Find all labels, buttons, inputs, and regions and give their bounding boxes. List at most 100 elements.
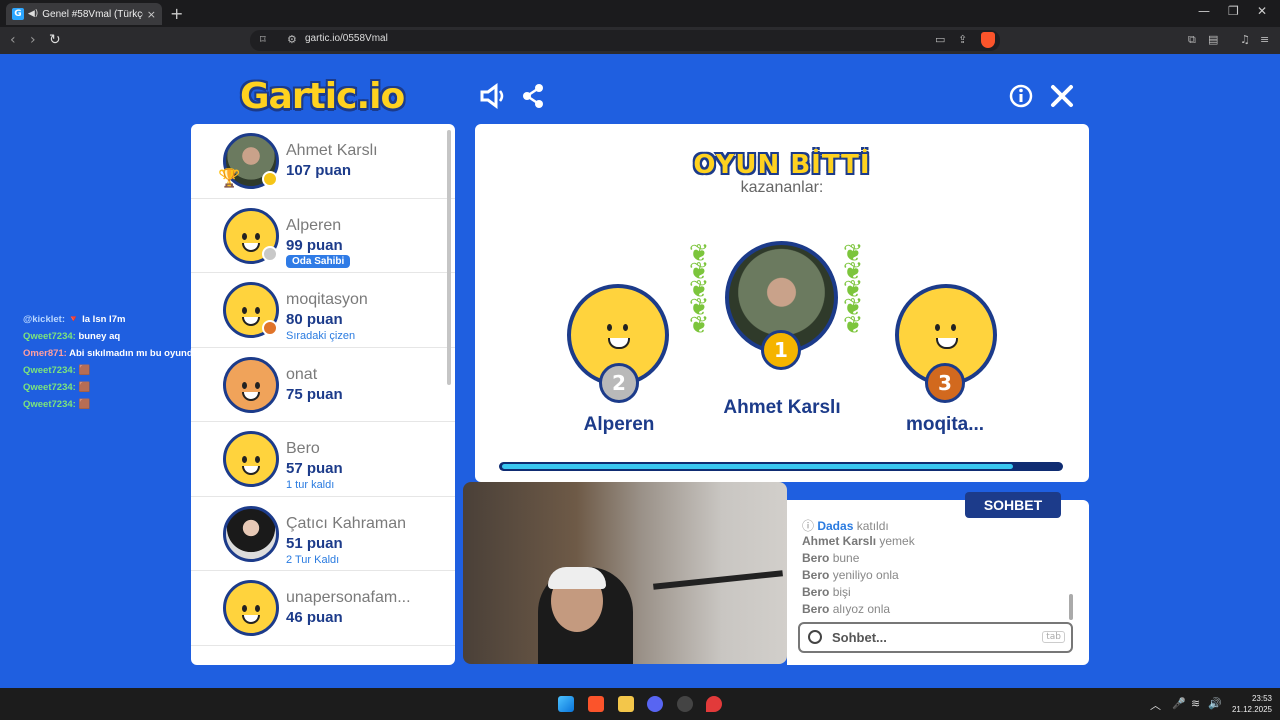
player-score: 57 puan <box>286 460 343 477</box>
chat-input-placeholder[interactable]: Sohbet... <box>832 630 887 645</box>
player-name: unapersonafam... <box>286 589 411 606</box>
tab-close-icon[interactable]: × <box>147 8 156 21</box>
stream-chat-line: Qweet7234: 🟫 <box>23 365 91 376</box>
status-dot <box>262 320 278 336</box>
laurel-right-icon: ❦ ❦ ❦ ❦ ❦ <box>843 239 864 339</box>
player-name: Bero <box>286 440 320 457</box>
avatar <box>223 356 279 413</box>
tab-key-hint: tab <box>1042 631 1065 643</box>
gartic-favicon-icon: G <box>12 8 24 20</box>
info-icon[interactable] <box>1009 84 1033 108</box>
minimize-button[interactable]: — <box>1198 4 1210 18</box>
room-owner-badge: Oda Sahibi <box>286 254 351 268</box>
extensions-icon[interactable]: ⧉ <box>1188 33 1196 47</box>
location-app-icon[interactable] <box>706 696 722 712</box>
rank-2-badge: 2 <box>599 363 639 403</box>
game-over-panel: OYUN BİTTİ kazananlar: 2 Alperen ❦ ❦ ❦ ❦ ❦ ❦… <box>475 124 1089 482</box>
windows-start-icon[interactable] <box>558 696 574 712</box>
share-icon[interactable] <box>521 83 545 109</box>
sidebar-icon[interactable]: ▤ <box>1208 33 1218 46</box>
player-row[interactable]: Çatıcı Kahraman 51 puan 2 Tur Kaldı <box>191 497 455 571</box>
back-icon[interactable]: ‹ <box>10 32 16 48</box>
smiley-icon <box>234 597 268 631</box>
tray-chevron-icon[interactable]: ︿ <box>1150 697 1161 713</box>
smiley-icon <box>234 448 268 482</box>
clock-date: 21.12.2025 <box>1231 705 1272 714</box>
brave-browser-icon[interactable] <box>588 696 604 712</box>
player-score: 46 puan <box>286 609 343 626</box>
media-icon[interactable]: ♫ <box>1240 33 1250 46</box>
player-list[interactable]: 🏆 Ahmet Karslı 107 puan Alperen 99 puan … <box>191 124 455 665</box>
player-name: Ahmet Karslı <box>286 142 378 159</box>
player-score: 51 puan <box>286 534 343 552</box>
maximize-button[interactable]: ❐ <box>1228 4 1239 18</box>
headphones <box>548 567 606 589</box>
smiley-icon <box>598 316 638 356</box>
system-clock[interactable]: 23:53 21.12.2025 <box>1228 693 1272 715</box>
chat-input[interactable]: Sohbet... tab <box>798 622 1073 653</box>
player-score: 107 puan <box>286 162 352 179</box>
file-explorer-icon[interactable] <box>618 696 634 712</box>
obs-icon[interactable] <box>677 696 693 712</box>
taskbar: ︿ 🎤 ≋ 🔊 23:53 21.12.2025 <box>0 688 1280 720</box>
stream-chat-line: Omer871: Abi sıkılmadın mı bu oyundan <box>23 348 204 359</box>
share-page-icon[interactable]: ⇪ <box>958 33 967 46</box>
url-text[interactable]: gartic.io/0558Vmal <box>305 33 388 44</box>
new-tab-button[interactable]: + <box>170 4 183 23</box>
player-score: 75 puan <box>286 385 343 403</box>
forward-icon[interactable]: › <box>30 32 36 48</box>
microphone-icon[interactable]: 🎤 <box>1172 697 1186 710</box>
webcam-overlay <box>463 482 787 664</box>
discord-icon[interactable] <box>647 696 663 712</box>
rank-1-badge: 1 <box>761 330 801 370</box>
stream-chat-line: Qweet7234: 🟫 <box>23 382 91 393</box>
winners-label: kazananlar: <box>740 179 824 196</box>
player-row[interactable]: moqitasyon 80 puan Sıradaki çizen <box>191 273 455 348</box>
avatar <box>223 580 279 636</box>
player-name: Çatıcı Kahraman <box>286 514 407 532</box>
player-score: 99 puan <box>286 236 343 254</box>
browser-tab[interactable]: G ◀) Genel #58Vmal (Türkçe) - Gar × <box>6 3 162 25</box>
stream-chat-line: Qweet7234: 🟫 <box>23 399 91 410</box>
round-progress-fill <box>502 464 1013 469</box>
status-dot <box>262 245 278 262</box>
cast-icon[interactable]: ▭ <box>935 33 945 46</box>
close-icon[interactable] <box>1050 84 1074 108</box>
wifi-icon[interactable]: ≋ <box>1191 697 1200 710</box>
stream-chat-line: Qweet7234: buney aq <box>23 331 121 342</box>
player-status: Sıradaki çizen <box>286 330 356 342</box>
player-name: moqitasyon <box>286 291 368 308</box>
player-list-scrollbar[interactable] <box>447 130 451 385</box>
brave-shield-icon[interactable] <box>981 32 995 48</box>
chat-bubble-icon <box>808 630 822 644</box>
status-dot <box>262 171 278 187</box>
site-info-icon[interactable]: ⚙ <box>287 33 297 46</box>
chat-message: ⓘ Dadas katıldı <box>802 519 889 533</box>
tab-title: Genel #58Vmal (Türkçe) - Gar <box>42 8 143 20</box>
third-place-name: moqita... <box>905 414 985 435</box>
close-window-button[interactable]: ✕ <box>1257 4 1267 18</box>
chat-message: Bero alıyoz onla <box>802 602 891 616</box>
player-name: onat <box>286 365 318 383</box>
player-row[interactable]: onat 75 puan <box>191 348 455 422</box>
menu-icon[interactable]: ≡ <box>1260 33 1269 46</box>
player-status: 2 Tur Kaldı <box>286 553 340 566</box>
reload-icon[interactable]: ↻ <box>49 32 61 48</box>
player-row[interactable]: Alperen 99 puan Oda Sahibi <box>191 199 455 273</box>
round-progress-bar <box>499 462 1063 471</box>
speaker-icon[interactable] <box>479 83 507 109</box>
speaker-icon[interactable]: ◀) <box>28 9 38 19</box>
volume-icon[interactable]: 🔊 <box>1208 697 1222 710</box>
avatar <box>223 431 279 487</box>
chat-tab[interactable]: SOHBET <box>965 492 1061 518</box>
game-over-title: OYUN BİTTİ <box>693 150 871 180</box>
player-row[interactable]: Bero 57 puan 1 tur kaldı <box>191 422 455 497</box>
chat-scrollbar[interactable] <box>1069 594 1073 620</box>
chat-message: Bero bişi <box>802 585 851 599</box>
microphone-arm <box>653 570 783 590</box>
player-row[interactable]: 🏆 Ahmet Karslı 107 puan <box>191 124 455 199</box>
bookmark-icon[interactable]: ⌑ <box>260 33 266 46</box>
avatar <box>223 505 279 562</box>
player-row[interactable]: unapersonafam... 46 puan <box>191 571 455 646</box>
laurel-left-icon: ❦ ❦ ❦ ❦ ❦ <box>689 239 710 339</box>
